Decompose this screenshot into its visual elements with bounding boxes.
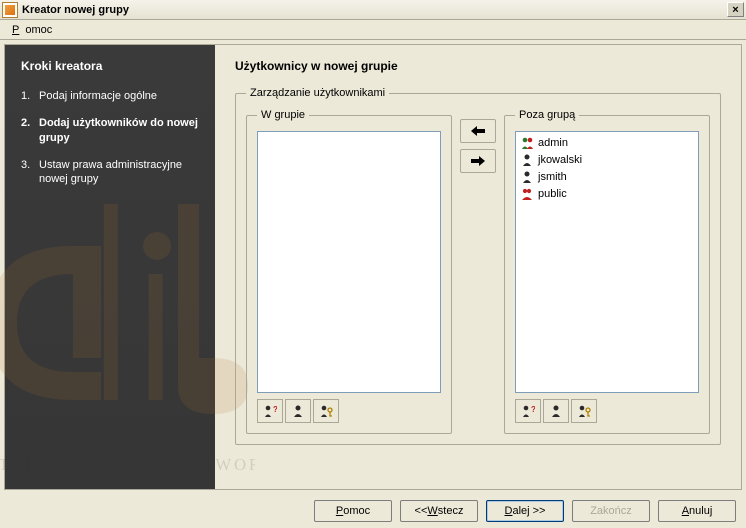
user-qmark-icon: ? [263,404,277,418]
out-group-fieldset: Poza grupą admin jkowalski jsmith public ? [504,109,710,434]
wizard-step-num: 2. [21,116,39,146]
list-item-label: admin [538,137,568,149]
wizard-body: DIGITAL LIBRARY FRAMEWORK Kroki kreatora… [4,44,742,490]
wizard-sidebar: DIGITAL LIBRARY FRAMEWORK Kroki kreatora… [5,45,215,489]
arrow-right-icon [471,156,485,166]
out-group-legend: Poza grupą [515,109,579,121]
filter-key-button[interactable] [571,399,597,423]
wizard-step-label: Dodaj użytkowników do nowej grupy [39,116,199,146]
sidebar-heading: Kroki kreatora [21,59,199,73]
in-group-legend: W grupie [257,109,309,121]
app-icon [2,2,18,18]
user-person-icon [520,170,534,184]
filter-person-button[interactable] [285,399,311,423]
user-management-legend: Zarządzanie użytkownikami [246,87,389,99]
menu-help[interactable]: Pomoc [6,22,64,38]
transfer-panel: W grupie ? [246,109,710,434]
list-item-label: jsmith [538,171,567,183]
wizard-main: Użytkownicy w nowej grupie Zarządzanie u… [215,45,741,489]
titlebar: Kreator nowej grupy × [0,0,746,20]
wizard-step-3: 3. Ustaw prawa administracyjne nowej gru… [21,158,199,188]
user-key-icon [577,404,591,418]
wizard-step-num: 3. [21,158,39,188]
sidebar-steps: 1. Podaj informacje ogólne 2. Dodaj użyt… [21,89,199,187]
wizard-step-2: 2. Dodaj użytkowników do nowej grupy [21,116,199,146]
filter-key-button[interactable] [313,399,339,423]
filter-qmark-button[interactable]: ? [515,399,541,423]
wizard-step-label: Ustaw prawa administracyjne nowej grupy [39,158,199,188]
user-management-fieldset: Zarządzanie użytkownikami W grupie ? [235,87,721,445]
user-person-icon [520,153,534,167]
list-item[interactable]: jsmith [518,168,696,185]
list-item-label: public [538,188,567,200]
list-item[interactable]: jkowalski [518,151,696,168]
list-item[interactable]: public [518,185,696,202]
list-item[interactable]: admin [518,134,696,151]
user-qmark-icon: ? [521,404,535,418]
wizard-footer: Pomoc << Wstecz Dalej >> Zakończ Anuluj [0,494,746,528]
page-title: Użytkownicy w nowej grupie [235,59,721,73]
close-icon: × [732,4,738,16]
menu-help-rest: omoc [19,22,58,38]
move-left-button[interactable] [460,119,496,143]
filter-person-button[interactable] [543,399,569,423]
menubar: Pomoc [0,20,746,40]
list-item-label: jkowalski [538,154,582,166]
in-group-toolbar: ? [257,399,441,423]
user-admin-icon [520,136,534,150]
user-group-icon [520,187,534,201]
wizard-step-1: 1. Podaj informacje ogólne [21,89,199,104]
out-group-listbox[interactable]: admin jkowalski jsmith public [515,131,699,393]
window-title: Kreator nowej grupy [22,4,727,16]
move-right-button[interactable] [460,149,496,173]
close-button[interactable]: × [727,2,744,17]
svg-text:?: ? [273,405,277,414]
user-person-icon [549,404,563,418]
in-group-fieldset: W grupie ? [246,109,452,434]
user-key-icon [319,404,333,418]
arrow-left-icon [471,126,485,136]
user-person-icon [291,404,305,418]
transfer-buttons [460,109,496,434]
wizard-step-num: 1. [21,89,39,104]
out-group-toolbar: ? [515,399,699,423]
in-group-listbox[interactable] [257,131,441,393]
filter-qmark-button[interactable]: ? [257,399,283,423]
wizard-step-label: Podaj informacje ogólne [39,89,199,104]
svg-text:?: ? [531,405,535,414]
